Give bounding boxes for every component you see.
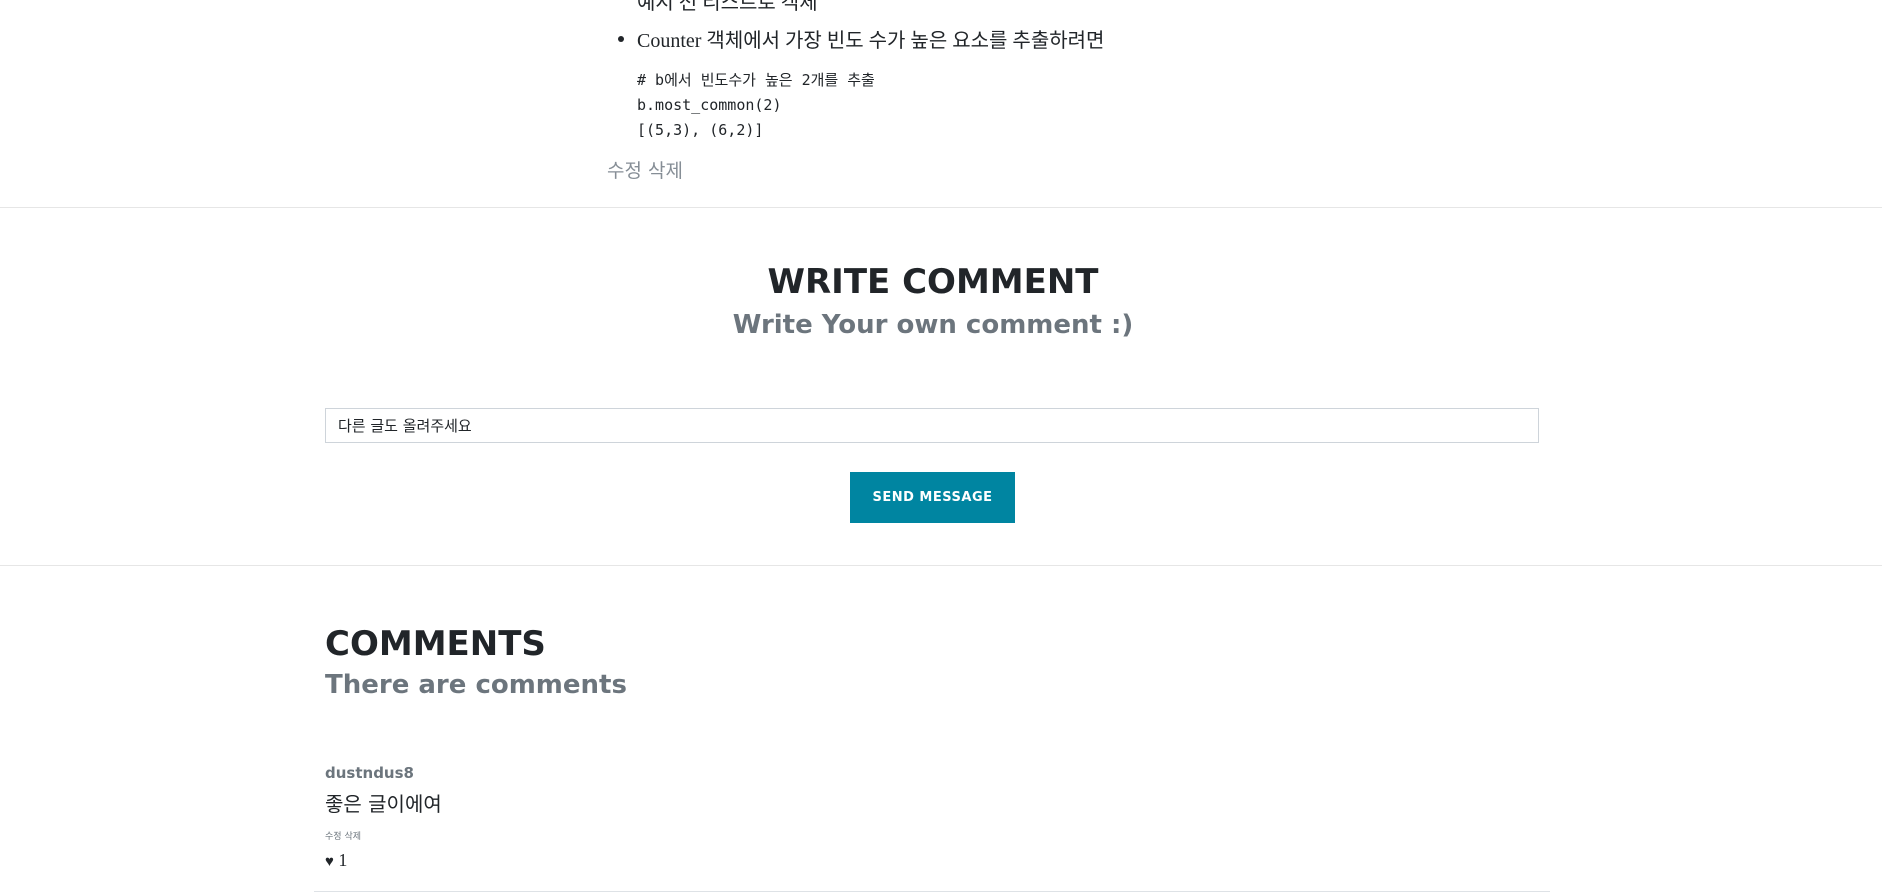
comments-subtitle: There are comments: [325, 670, 627, 700]
post-content: 예시 전 리스트로 객체 Counter 객체에서 가장 빈도 수가 높은 요소…: [0, 0, 1882, 208]
like-count: 1: [338, 850, 348, 870]
heart-icon: ♥: [325, 854, 334, 870]
like-button[interactable]: ♥ 1: [325, 850, 347, 871]
comment-text: 좋은 글이에여: [325, 792, 442, 816]
bullet-dot: [618, 36, 624, 42]
comment-item: dustndus8 좋은 글이에여 수정 삭제 ♥ 1: [314, 764, 1550, 892]
comment-author: dustndus8: [325, 764, 414, 782]
comment-input[interactable]: [325, 408, 1539, 443]
write-comment-title: WRITE COMMENT: [767, 262, 1099, 302]
post-bullet-item: Counter 객체에서 가장 빈도 수가 높은 요소를 추출하려면: [637, 30, 1105, 52]
post-cut-off-line: 예시 전 리스트로 객체: [637, 0, 818, 14]
post-actions: 수정 삭제: [607, 156, 683, 183]
code-line: # b에서 빈도수가 높은 2개를 추출: [637, 71, 875, 89]
comment-edit-link[interactable]: 수정: [325, 832, 342, 842]
send-message-button[interactable]: SEND MESSAGE: [850, 472, 1015, 523]
comment-delete-link[interactable]: 삭제: [344, 832, 361, 842]
post-edit-link[interactable]: 수정: [607, 160, 642, 182]
comments-section: COMMENTS There are comments dustndus8 좋은…: [0, 566, 1882, 893]
post-delete-link[interactable]: 삭제: [648, 160, 683, 182]
code-line: [(5,3), (6,2)]: [637, 121, 764, 139]
write-comment-subtitle: Write Your own comment :): [732, 310, 1134, 340]
write-comment-section: WRITE COMMENT Write Your own comment :) …: [0, 208, 1882, 566]
comments-title: COMMENTS: [325, 624, 546, 664]
comment-actions: 수정 삭제: [325, 829, 361, 842]
page: 예시 전 리스트로 객체 Counter 객체에서 가장 빈도 수가 높은 요소…: [0, 0, 1882, 893]
code-block: # b에서 빈도수가 높은 2개를 추출 b.most_common(2) [(5,…: [637, 68, 875, 143]
code-line: b.most_common(2): [637, 96, 782, 114]
